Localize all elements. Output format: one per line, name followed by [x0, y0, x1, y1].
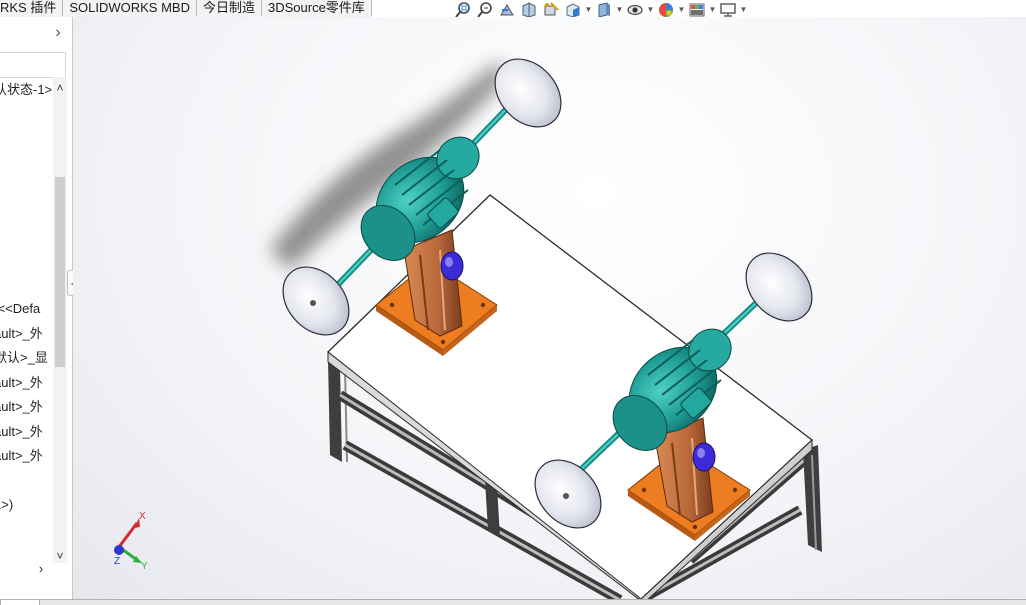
- bottom-status-strip: [0, 599, 1026, 605]
- feature-tree-row[interactable]: 1>): [0, 495, 54, 515]
- feature-tree-row[interactable]: ault>_外: [0, 324, 54, 344]
- scroll-down-chevron-icon[interactable]: ˅: [53, 549, 67, 563]
- feature-tree-row[interactable]: ault>_外: [0, 422, 54, 442]
- grinding-wheel-right[interactable]: [733, 240, 825, 334]
- tab-jinri-zhizao[interactable]: 今日制造: [196, 0, 262, 16]
- feature-tree-row[interactable]: 认状态-1>: [0, 80, 54, 100]
- scrollbar-thumb[interactable]: [55, 177, 65, 367]
- graphics-viewport[interactable]: X Y Z: [73, 17, 1026, 602]
- feature-tree-row[interactable]: 默认>_显: [0, 348, 54, 368]
- feature-tree-row[interactable]: t<<Defa: [0, 299, 54, 319]
- switch-box[interactable]: [692, 442, 716, 472]
- bottom-model-tab[interactable]: [0, 599, 40, 605]
- triad-z-label: Z: [114, 556, 120, 567]
- grinding-wheel-right[interactable]: [482, 46, 574, 140]
- command-manager-tabs: RKS 插件 SOLIDWORKS MBD 今日制造 3DSource零件库: [0, 0, 372, 18]
- reference-triad: X Y Z: [114, 511, 148, 572]
- tab-rks-plugin[interactable]: RKS 插件: [0, 0, 64, 16]
- collapse-panel-chevron-icon[interactable]: ›: [50, 25, 66, 41]
- feature-tree: 认状态-1> t<<Defa ault>_外 默认>_显 ault>_外 aul…: [0, 77, 54, 567]
- switch-box[interactable]: [440, 251, 464, 281]
- scroll-up-chevron-icon[interactable]: ˄: [53, 81, 67, 95]
- feature-tree-row[interactable]: ault>_外: [0, 397, 54, 417]
- feature-tree-vertical-scrollbar[interactable]: ˄ ˅: [53, 77, 67, 563]
- tab-solidworks-mbd[interactable]: SOLIDWORKS MBD: [63, 0, 197, 16]
- feature-manager-panel: › 认状态-1> t<<Defa ault>_外 默认>_显 ault>_外 a…: [0, 17, 73, 602]
- triad-x-label: X: [139, 511, 146, 522]
- feature-tree-row[interactable]: ault>_外: [0, 373, 54, 393]
- feature-tree-row[interactable]: ault>_外: [0, 446, 54, 466]
- tab-3dsource-library[interactable]: 3DSource零件库: [261, 0, 372, 16]
- scroll-right-chevron-icon[interactable]: ›: [34, 561, 48, 576]
- assembly-scene: X Y Z: [114, 46, 825, 602]
- triad-y-label: Y: [141, 561, 148, 572]
- feature-tree-filter-input[interactable]: [0, 52, 66, 78]
